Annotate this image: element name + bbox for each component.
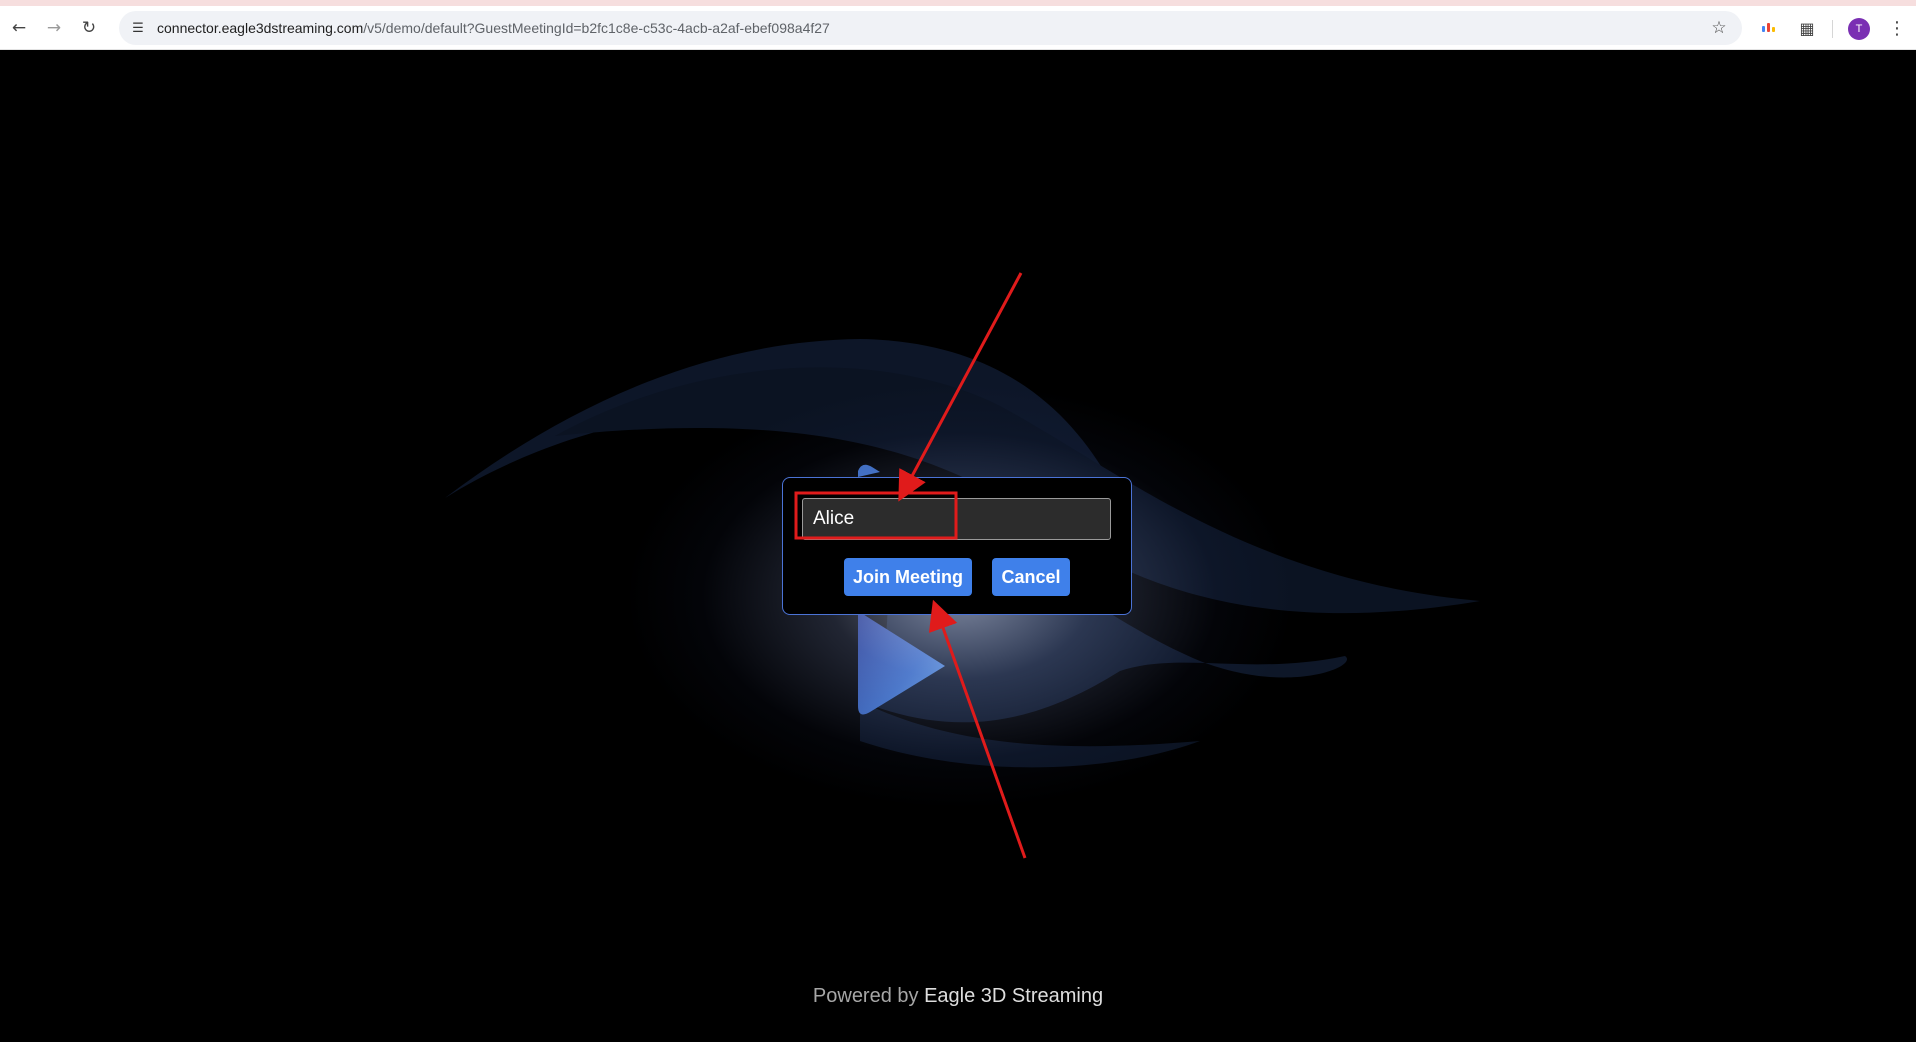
forward-arrow-icon[interactable]: → <box>41 15 67 41</box>
brand-name: Eagle 3D Streaming <box>924 985 1104 1007</box>
url-host: connector.eagle3dstreaming.com <box>157 20 364 36</box>
kebab-menu-icon[interactable]: ⋮ <box>1884 15 1910 41</box>
page-viewport: Join Meeting Cancel Powered by Eagle 3D … <box>0 51 1916 1042</box>
address-bar[interactable]: ☰ connector.eagle3dstreaming.com/v5/demo… <box>119 11 1742 45</box>
cancel-button[interactable]: Cancel <box>992 558 1070 596</box>
extension-icon[interactable] <box>1762 23 1775 32</box>
star-icon[interactable]: ☆ <box>1706 15 1732 41</box>
reload-icon[interactable]: ↻ <box>76 15 102 41</box>
browser-toolbar: ← → ↻ ☰ connector.eagle3dstreaming.com/v… <box>0 6 1916 50</box>
powered-by-prefix: Powered by <box>812 985 919 1007</box>
profile-avatar[interactable]: T <box>1848 18 1870 40</box>
join-meeting-dialog: Join Meeting Cancel <box>782 477 1132 615</box>
toolbar-divider <box>1832 20 1833 38</box>
tune-icon[interactable]: ☰ <box>125 15 151 41</box>
puzzle-icon[interactable]: ▦ <box>1794 15 1820 41</box>
guest-name-input[interactable] <box>802 498 1111 540</box>
url-path: /v5/demo/default?GuestMeetingId=b2fc1c8e… <box>363 20 830 36</box>
join-meeting-button[interactable]: Join Meeting <box>844 558 972 596</box>
url-text[interactable]: connector.eagle3dstreaming.com/v5/demo/d… <box>157 20 830 36</box>
back-arrow-icon[interactable]: ← <box>6 15 32 41</box>
powered-by-footer: Powered by Eagle 3D Streaming <box>0 985 1916 1008</box>
